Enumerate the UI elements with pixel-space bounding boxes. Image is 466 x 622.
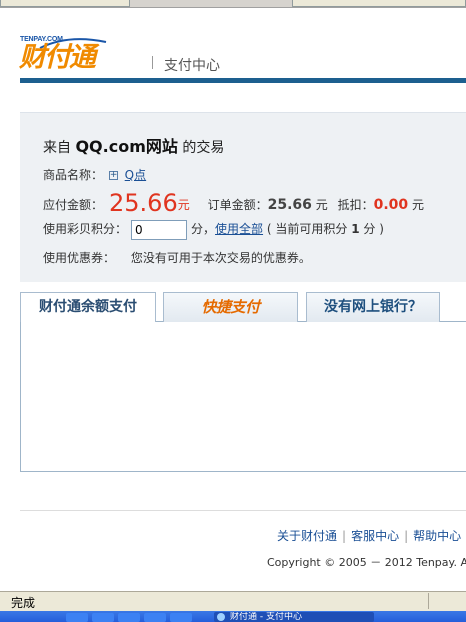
goods-label: 商品名称： (43, 168, 104, 182)
browser-tab[interactable] (0, 0, 130, 7)
taskbar: 财付通 - 支付中心 (0, 611, 466, 622)
quick-launch-icon[interactable] (66, 613, 88, 622)
tenpay-logo[interactable]: TENPAY.COM 财付通 (19, 36, 148, 74)
coupon-status: 您没有可用于本次交易的优惠券。 (130, 251, 311, 265)
points-unit: 分， (191, 222, 216, 236)
browser-tab[interactable] (292, 0, 466, 7)
tab-balance-payment[interactable]: 财付通余额支付 (20, 292, 156, 323)
points-label: 使用彩贝积分： (43, 222, 128, 236)
quick-launch-icon[interactable] (118, 613, 140, 622)
quick-launch-icon[interactable] (170, 613, 192, 622)
available-points: 1 (351, 222, 360, 236)
order-amount-label: 订单金额： (207, 198, 268, 212)
due-currency: 元 (177, 198, 190, 212)
discount-label: 抵扣： (337, 198, 374, 212)
merchant-line: 来自 QQ.com网站 的交易 (43, 133, 224, 157)
merchant-name: QQ.com网站 (75, 137, 178, 156)
amount-line: 应付金额： 25.66元 订单金额：25.66 元 抵扣：0.00 元 (43, 190, 424, 218)
footer-separator: | (404, 529, 409, 543)
order-amount: 25.66 (267, 197, 312, 213)
tab-no-online-bank[interactable]: 没有网上银行？ (306, 292, 440, 322)
coupon-line: 使用优惠券： 您没有可用于本次交易的优惠券。 (43, 249, 311, 266)
goods-line: 商品名称： + Q点 (43, 166, 146, 183)
header-rule (20, 78, 466, 83)
taskbar-window-label: 财付通 - 支付中心 (230, 612, 302, 622)
available-points-prefix: ( 当前可用积分 (266, 222, 348, 236)
expand-plus-icon[interactable]: + (108, 171, 118, 180)
ie-icon (217, 613, 225, 621)
from-suffix: 的交易 (182, 140, 225, 156)
browser-status-bar: 完成 (0, 590, 466, 611)
footer-link-service[interactable]: 客服中心 (351, 529, 399, 543)
discount-currency: 元 (411, 198, 424, 212)
page-title: 支付中心 (164, 58, 220, 74)
footer-separator: | (342, 529, 347, 543)
tab-content-panel (20, 322, 466, 472)
footer-link-about[interactable]: 关于财付通 (277, 529, 337, 543)
footer-links: 关于财付通 | 客服中心 | 帮助中心 (277, 527, 461, 544)
status-text: 完成 (11, 596, 36, 610)
due-amount: 25.66 (109, 189, 178, 217)
footer-link-help[interactable]: 帮助中心 (413, 529, 461, 543)
discount-amount: 0.00 (373, 197, 409, 213)
coupon-label: 使用优惠券： (43, 251, 116, 265)
points-line: 使用彩贝积分： 0 分，使用全部 ( 当前可用积分 1 分 ) (43, 219, 384, 240)
order-info-panel: 来自 QQ.com网站 的交易 商品名称： + Q点 应付金额： 25.66元 订… (20, 112, 466, 282)
payment-tabs: 财付通余额支付 快捷支付 没有网上银行？ (20, 292, 466, 323)
due-label: 应付金额： (43, 198, 104, 212)
taskbar-window-button[interactable]: 财付通 - 支付中心 (214, 612, 374, 622)
available-points-suffix: 分 ) (363, 222, 384, 236)
tab-quick-payment[interactable]: 快捷支付 (163, 292, 298, 322)
points-input[interactable]: 0 (131, 219, 188, 240)
order-currency: 元 (315, 198, 328, 212)
from-prefix: 来自 (43, 140, 71, 156)
browser-tab-strip (0, 0, 466, 8)
copyright: Copyright © 2005 － 2012 Tenpay. Al (267, 556, 466, 569)
footer-divider (20, 510, 466, 511)
use-all-points-link[interactable]: 使用全部 (215, 222, 263, 236)
goods-name-link[interactable]: Q点 (125, 168, 146, 182)
quick-launch-icon[interactable] (144, 613, 166, 622)
quick-launch-icon[interactable] (92, 613, 114, 622)
header-divider (152, 56, 153, 69)
status-divider (428, 593, 429, 609)
logo-wordmark: 财付通 (19, 42, 96, 73)
